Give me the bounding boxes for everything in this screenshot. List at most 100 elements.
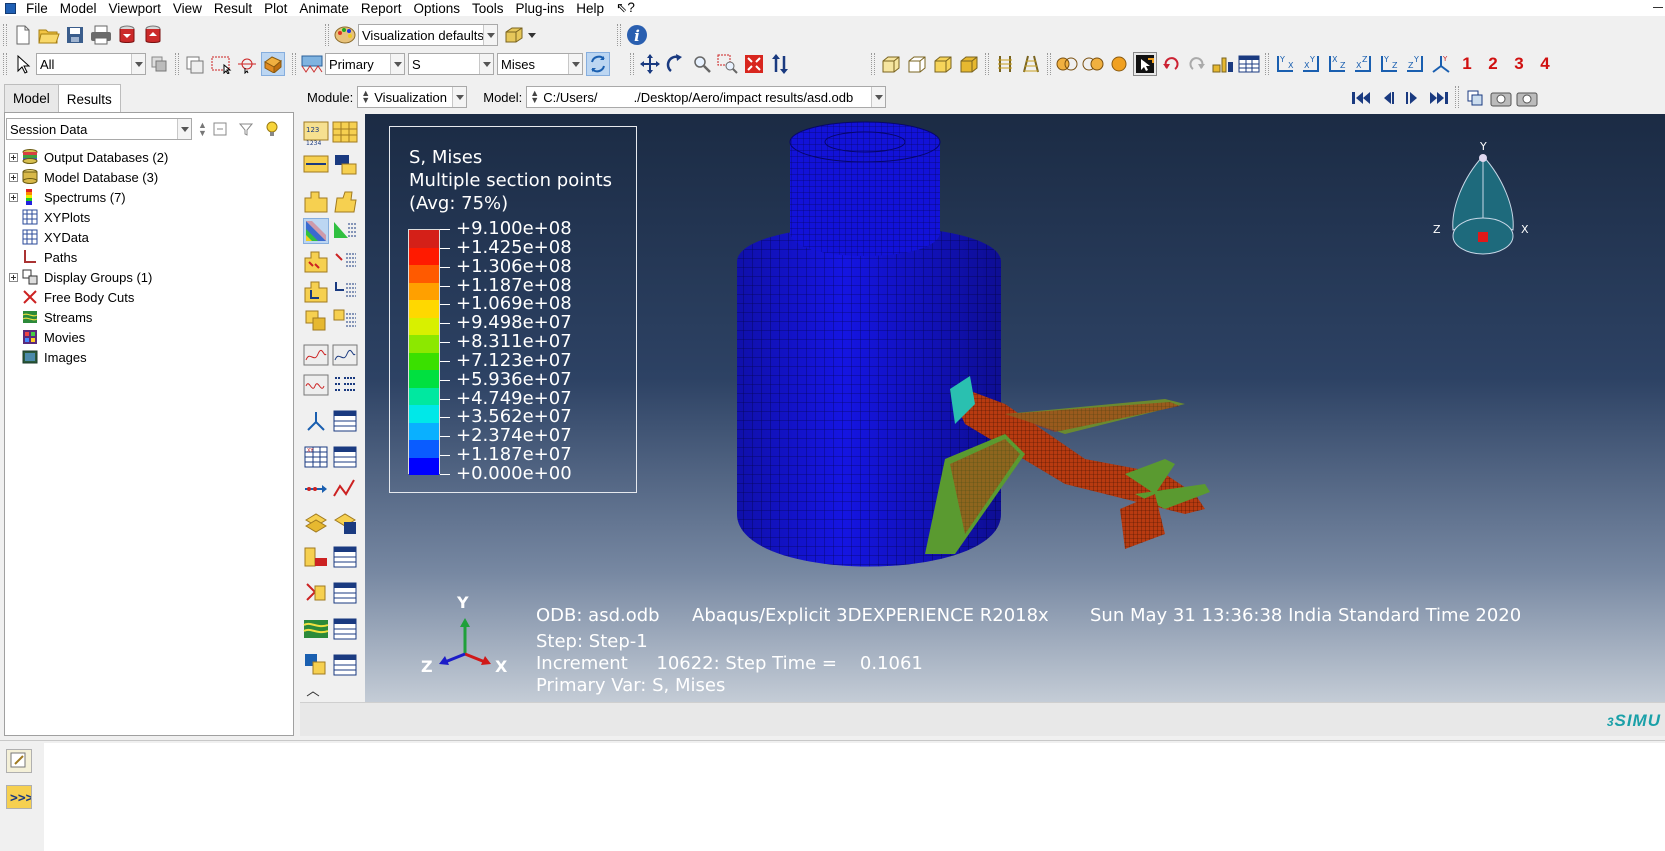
animate-scale-factor-icon[interactable]: [332, 342, 358, 368]
visualization-defaults-dropdown[interactable]: Visualization defaults: [358, 24, 498, 46]
animate-harmonic-icon[interactable]: [303, 372, 329, 398]
front-view-icon[interactable]: [905, 52, 929, 76]
undo-view-icon[interactable]: [1159, 52, 1183, 76]
first-frame-icon[interactable]: [1349, 86, 1373, 110]
menu-plugins[interactable]: Plug-ins: [512, 1, 573, 16]
message-area-icon[interactable]: [6, 749, 32, 773]
render-style-dropdown[interactable]: [527, 25, 537, 45]
top-view-icon[interactable]: [931, 52, 955, 76]
path-plot-icon[interactable]: [332, 476, 358, 502]
module-dropdown[interactable]: ▲ ▼ Visualization: [357, 86, 468, 108]
model-dropdown[interactable]: ▲ ▼ C:/Users/ ./Desktop/Aero/impact resul…: [526, 86, 887, 108]
display-group-manager-icon[interactable]: [332, 544, 358, 570]
plot-deformed-icon[interactable]: [332, 188, 358, 214]
view-4-button[interactable]: 4: [1532, 54, 1558, 74]
expand-icon[interactable]: [9, 172, 18, 182]
plot-undeformed-icon[interactable]: [303, 188, 329, 214]
contour-labels-icon[interactable]: 123 1234: [303, 120, 329, 147]
menu-view[interactable]: View: [169, 1, 210, 16]
tree-item-spectrums[interactable]: Spectrums (7): [5, 187, 126, 207]
lightbulb-icon[interactable]: [260, 117, 284, 141]
menu-file[interactable]: File: [22, 1, 56, 16]
menu-animate[interactable]: Animate: [295, 1, 357, 16]
menu-result[interactable]: Result: [210, 1, 260, 16]
view-2-button[interactable]: 2: [1480, 54, 1506, 74]
box-zoom-icon[interactable]: [716, 52, 740, 76]
zoom-icon[interactable]: [690, 52, 714, 76]
tree-item-movies[interactable]: Movies: [5, 327, 85, 347]
save-odb-icon[interactable]: [141, 23, 165, 47]
selection-options-icon[interactable]: [147, 52, 171, 76]
expand-icon[interactable]: [9, 272, 18, 282]
field-component-dropdown[interactable]: Mises: [497, 53, 583, 75]
display-group-icon[interactable]: [303, 544, 329, 570]
stream-icon[interactable]: [303, 616, 329, 642]
menu-options[interactable]: Options: [409, 1, 468, 16]
filter-tree-icon[interactable]: [234, 117, 258, 141]
last-frame-icon[interactable]: [1427, 86, 1451, 110]
menu-viewport[interactable]: Viewport: [105, 1, 169, 16]
viewport[interactable]: S, Mises Multiple section points (Avg: 7…: [365, 114, 1665, 702]
redo-view-icon[interactable]: [1185, 52, 1209, 76]
expand-icon[interactable]: [9, 152, 18, 162]
auto-fit-icon[interactable]: [742, 52, 766, 76]
allow-multiple-plots-icon[interactable]: [303, 308, 329, 334]
view-cut-icon[interactable]: [303, 510, 329, 536]
view-xneg-icon[interactable]: YX: [1299, 52, 1323, 76]
select-arrow-icon[interactable]: [11, 52, 35, 76]
free-body-cut-icon[interactable]: [303, 580, 329, 606]
view-x-icon[interactable]: YX: [1273, 52, 1297, 76]
symbol-options-icon[interactable]: [332, 248, 358, 274]
sort-icon[interactable]: ▲ ▼: [198, 121, 207, 138]
menu-help[interactable]: Help: [572, 1, 612, 16]
shaded-overlay-icon[interactable]: [1081, 52, 1105, 76]
create-xy-data-icon[interactable]: [303, 408, 329, 434]
rotate-icon[interactable]: [664, 52, 688, 76]
iso-triad-icon[interactable]: Y: [1429, 52, 1453, 76]
parallel-perspective-icon[interactable]: [993, 52, 1017, 76]
tree-item-paths[interactable]: Paths: [5, 247, 77, 267]
create-path-icon[interactable]: [303, 476, 329, 502]
view-cut-manager-icon[interactable]: [332, 510, 358, 536]
probe-pointer-icon[interactable]: [1133, 52, 1157, 76]
animate-time-history-icon[interactable]: [303, 342, 329, 368]
expand-icon[interactable]: [9, 192, 18, 202]
tree-item-free-body-cuts[interactable]: Free Body Cuts: [5, 287, 134, 307]
tree-item-images[interactable]: Images: [5, 347, 87, 367]
superimpose-options-icon[interactable]: [332, 308, 358, 334]
free-body-manager-icon[interactable]: [332, 580, 358, 606]
sphere-icon[interactable]: [1107, 52, 1131, 76]
copy-viewport-icon[interactable]: [1463, 86, 1487, 110]
message-output[interactable]: [44, 743, 1665, 851]
app-icon[interactable]: [5, 2, 16, 14]
viewport-manager-icon[interactable]: [332, 652, 358, 678]
orientation-options-icon[interactable]: [332, 278, 358, 304]
camera-options-icon[interactable]: [1515, 86, 1539, 110]
menu-report[interactable]: Report: [357, 1, 410, 16]
palette-icon[interactable]: [333, 23, 357, 47]
box-select-icon[interactable]: [209, 52, 233, 76]
save-icon[interactable]: [63, 23, 87, 47]
field-variable-dropdown[interactable]: S: [408, 53, 494, 75]
xy-table-icon[interactable]: XY: [303, 444, 329, 470]
minimize-icon[interactable]: [1651, 0, 1665, 14]
view-y-icon[interactable]: XZ: [1325, 52, 1349, 76]
previous-frame-icon[interactable]: [1375, 86, 1399, 110]
tab-model[interactable]: Model: [4, 84, 59, 112]
print-icon[interactable]: [89, 23, 113, 47]
tree-item-model-database[interactable]: Model Database (3): [5, 167, 158, 187]
tree-item-streams[interactable]: Streams: [5, 307, 92, 327]
view-3-button[interactable]: 3: [1506, 54, 1532, 74]
side-view-icon[interactable]: [957, 52, 981, 76]
info-icon[interactable]: i: [625, 23, 649, 47]
select-from-list-icon[interactable]: [183, 52, 207, 76]
table-view-icon[interactable]: [1237, 52, 1261, 76]
animation-options-icon[interactable]: [332, 372, 358, 398]
menu-tools[interactable]: Tools: [468, 1, 512, 16]
tree-item-output-databases[interactable]: Output Databases (2): [5, 147, 168, 167]
sync-options-icon[interactable]: [586, 52, 610, 76]
view-yneg-icon[interactable]: ZX: [1351, 52, 1375, 76]
pan-icon[interactable]: [638, 52, 662, 76]
render-style-icon[interactable]: [502, 23, 526, 47]
menu-model[interactable]: Model: [56, 1, 105, 16]
